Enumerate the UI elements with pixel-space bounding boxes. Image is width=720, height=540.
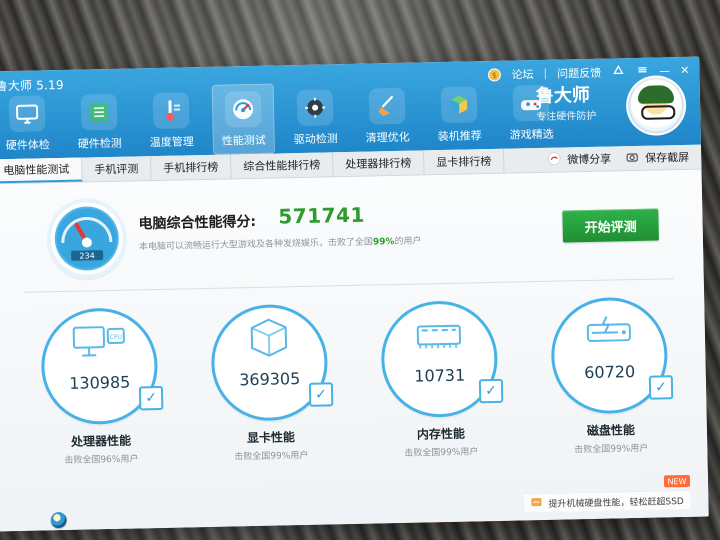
app-window: 鲁大师 5.19 $ 论坛 | 问题反馈 — ✕ 硬件体检 硬件检测 温度管理 … [0, 56, 709, 532]
check-icon: ✓ [138, 385, 164, 411]
subtabs-right-actions: 微博分享 保存截屏 [547, 148, 701, 168]
start-test-button[interactable]: 开始评测 [562, 208, 659, 243]
tab-pc-performance[interactable]: 电脑性能测试 [0, 157, 83, 184]
new-badge: NEW [663, 474, 691, 488]
score-value: 571741 [278, 202, 366, 229]
gpu-3d-icon [233, 317, 304, 363]
weibo-icon [547, 151, 561, 168]
camera-icon [625, 149, 639, 166]
check-icon: ✓ [478, 378, 504, 404]
cpu-subtitle: 击败全国96%用户 [64, 454, 139, 466]
avatar [625, 74, 687, 137]
score-desc-percent: 99% [372, 237, 395, 248]
top-bar: 鲁大师 5.19 $ 论坛 | 问题反馈 — ✕ 硬件体检 硬件检测 温度管理 … [0, 56, 701, 160]
card-ring: 10731 ✓ [380, 299, 504, 419]
monitor-icon [8, 95, 46, 133]
card-ring: 60720 ✓ [550, 296, 674, 415]
card-ring: CPU 130985 ✓ [40, 307, 164, 426]
weibo-share-button[interactable]: 微博分享 [547, 150, 611, 168]
cube-icon [440, 86, 478, 124]
save-screenshot-label: 保存截屏 [645, 150, 690, 165]
nav-label: 硬件体检 [5, 138, 50, 153]
upgrade-text: 提升机械硬盘性能，轻松赶超SSD [548, 496, 684, 510]
gauge-svg: 234 [56, 208, 117, 269]
memory-title: 内存性能 [416, 426, 466, 442]
broom-icon [368, 87, 406, 125]
nav-item-cleanup[interactable]: 清理优化 [356, 81, 419, 152]
nav-label: 清理优化 [365, 130, 410, 145]
check-icon: ✓ [648, 375, 674, 400]
thermometer-icon [152, 92, 190, 130]
card-disk: 60720 ✓ 磁盘性能 击败全国99%用户 [538, 288, 692, 491]
nav-item-temperature[interactable]: 温度管理 [140, 85, 203, 156]
glasses-icon [641, 105, 676, 120]
card-ring: 369305 ✓ [210, 303, 334, 422]
main-content: 234 电脑综合性能得分: 571741 本电脑可以流畅运行大型游戏及各种发烧娱… [0, 169, 709, 532]
score-desc-prefix: 本电脑可以流畅运行大型游戏及各种发烧娱乐，击败了全国 [138, 237, 374, 253]
gpu-subtitle: 击败全国99%用户 [234, 450, 309, 463]
card-gpu: 369305 ✓ 显卡性能 击败全国99%用户 [198, 295, 352, 498]
nav-label: 装机推荐 [437, 129, 482, 144]
nav-item-hardware-checkup[interactable]: 硬件体检 [0, 88, 59, 159]
upgrade-icon [530, 495, 542, 510]
nav-item-driver-detect[interactable]: 驱动检测 [284, 82, 347, 153]
tab-cpu-ranking[interactable]: 处理器排行榜 [333, 150, 425, 177]
gpu-title: 显卡性能 [246, 430, 296, 446]
score-desc-suffix: 的用户 [394, 236, 422, 248]
nav-item-performance-test[interactable]: 性能测试 [211, 83, 276, 155]
disk-title: 磁盘性能 [586, 423, 636, 439]
tab-phone-review[interactable]: 手机评测 [82, 156, 152, 182]
memory-subtitle: 击败全国99%用户 [404, 447, 479, 459]
disk-icon [573, 310, 644, 356]
save-screenshot-button[interactable]: 保存截屏 [625, 148, 689, 166]
tab-overall-ranking[interactable]: 综合性能排行榜 [231, 152, 334, 179]
performance-gauge: 234 [45, 197, 128, 280]
cpu-icon: CPU [64, 321, 135, 367]
nav-label: 性能测试 [221, 133, 266, 148]
gauge-readout: 234 [79, 251, 94, 260]
driver-gear-icon [296, 89, 334, 127]
circuit-board-icon [80, 93, 118, 131]
brand-slogan: 专注硬件防护 [536, 110, 597, 124]
disk-subtitle: 击败全国99%用户 [574, 443, 649, 456]
cpu-title: 处理器性能 [70, 433, 132, 449]
brand-area: 鲁大师 专注硬件防护 [535, 73, 687, 138]
brand-name: 鲁大师 [535, 84, 591, 108]
score-title: 电脑综合性能得分: [138, 213, 257, 233]
svg-text:CPU: CPU [110, 334, 122, 341]
upgrade-banner[interactable]: 提升机械硬盘性能，轻松赶超SSD [524, 489, 691, 513]
tab-phone-ranking[interactable]: 手机排行榜 [151, 154, 232, 181]
nav-item-hardware-detect[interactable]: 硬件检测 [68, 87, 131, 158]
card-memory: 10731 ✓ 内存性能 击败全国99%用户 [368, 291, 522, 494]
nav-label: 温度管理 [149, 135, 194, 150]
performance-cards: CPU 130985 ✓ 处理器性能 击败全国96%用户 369305 ✓ 显卡… [28, 288, 682, 502]
weibo-share-label: 微博分享 [567, 152, 612, 167]
card-cpu: CPU 130985 ✓ 处理器性能 击败全国96%用户 [28, 299, 182, 502]
nav-label: 驱动检测 [293, 132, 338, 147]
nav-item-recommend[interactable]: 装机推荐 [428, 79, 491, 150]
main-nav: 硬件体检 硬件检测 温度管理 性能测试 驱动检测 清理优化 装机推荐 游戏精选 [0, 78, 563, 160]
speedometer-icon [224, 90, 262, 128]
check-icon: ✓ [308, 382, 334, 407]
nav-label: 硬件检测 [77, 136, 122, 151]
score-area: 234 电脑综合性能得分: 571741 本电脑可以流畅运行大型游戏及各种发烧娱… [45, 186, 688, 287]
tab-gpu-ranking[interactable]: 显卡排行榜 [424, 148, 505, 175]
score-description: 本电脑可以流畅运行大型游戏及各种发烧娱乐，击败了全国99%的用户 [139, 233, 422, 252]
memory-icon [403, 313, 474, 359]
